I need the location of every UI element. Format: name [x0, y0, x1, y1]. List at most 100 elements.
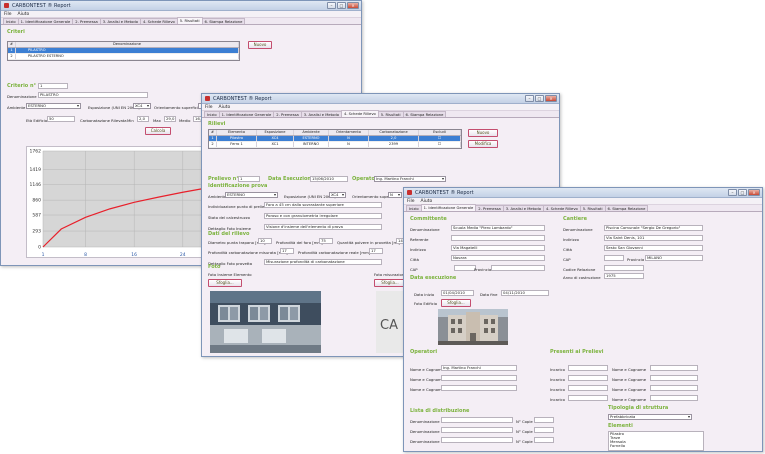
close-button[interactable]: × [748, 189, 760, 196]
tab-risultati[interactable]: 5. Risultati [579, 205, 606, 211]
ambiente-select[interactable]: ESTERNO [225, 192, 278, 198]
presente-2-field[interactable] [650, 375, 698, 381]
menu-aiuto[interactable]: Aiuto [421, 199, 433, 204]
presente-1-field[interactable] [650, 365, 698, 371]
data-fine-field[interactable]: 04/11/2010 [501, 290, 549, 296]
title-bar[interactable]: CARBONTEST ® Report – □ × [1, 1, 361, 11]
descrizione-field[interactable]: Visione d'insieme dell'elemento di prova [264, 224, 382, 230]
ncopie-2-field[interactable] [534, 427, 554, 433]
tab-schede[interactable]: 4. Schede Rilievo [542, 205, 581, 211]
rilievi-grid[interactable]: # Elemento Esposizione Ambiente Orientam… [208, 129, 462, 149]
elementi-list[interactable]: Pilastro Trave Mensola Fornello [608, 431, 704, 451]
c-provincia-field[interactable] [491, 265, 545, 271]
k-codice-field[interactable] [604, 265, 644, 271]
prof-carb-field[interactable]: 17 [280, 248, 294, 254]
incarico-2-field[interactable] [568, 375, 608, 381]
tab-identificazione[interactable]: 1. Identificazione Generale [420, 204, 477, 211]
dettaglio-provetta-field[interactable]: Misurazione profondità di carbonatazione [264, 259, 382, 265]
close-button[interactable]: × [545, 95, 557, 102]
ncopie-1-field[interactable] [534, 417, 554, 423]
tab-premessa[interactable]: 2. Premessa [72, 18, 101, 24]
operatore-1-field[interactable]: Ing. Martino Franchi [441, 365, 517, 371]
table-row[interactable]: 2 Ferro 1 XC1 INTERNO N 2399 ☐ [209, 142, 461, 148]
orientamento-select[interactable]: N [388, 192, 402, 198]
menu-aiuto[interactable]: Aiuto [18, 12, 30, 17]
dist-denominazione-3-field[interactable] [441, 437, 513, 443]
sfoglia-insieme-button[interactable]: Sfoglia... [208, 279, 242, 287]
minimize-button[interactable]: – [327, 2, 336, 9]
nuovo-button[interactable]: Nuovo [468, 129, 498, 137]
dist-denominazione-2-field[interactable] [441, 427, 513, 433]
criterio-number[interactable]: 1 [38, 83, 68, 89]
k-cap-field[interactable] [604, 255, 624, 261]
k-provincia-field[interactable]: MILANO [645, 255, 703, 261]
esposizione-select[interactable]: XC4 [133, 103, 151, 109]
esposizione-select[interactable]: XC4 [329, 192, 346, 198]
incarico-4-field[interactable] [568, 395, 608, 401]
min-field[interactable]: 2,0 [137, 116, 149, 122]
tab-risultati[interactable]: 5. Risultati [176, 17, 203, 24]
maximize-button[interactable]: □ [738, 189, 747, 196]
menu-file[interactable]: File [407, 199, 415, 204]
incarico-1-field[interactable] [568, 365, 608, 371]
tab-identificazione[interactable]: 1. Identificazione Generale [218, 111, 275, 117]
tab-stampa[interactable]: 6. Stampa Relazione [201, 18, 246, 24]
c-denominazione-field[interactable]: Scuola Media "Piero Lombardo" [451, 225, 545, 231]
close-button[interactable]: × [347, 2, 359, 9]
tab-schede[interactable]: 4. Schede Rilievo [139, 18, 178, 24]
stato-field[interactable]: Poroso e con granulometria irregolare [264, 213, 382, 219]
prof-carb-reale-field[interactable]: 17 [369, 248, 383, 254]
k-anno-field[interactable]: 1975 [604, 273, 644, 279]
eta-field[interactable]: 50 [47, 116, 75, 122]
data-esecuzione-field[interactable]: 15/06/2010 [310, 176, 348, 182]
max-field[interactable]: 29,0 [164, 116, 176, 122]
title-bar[interactable]: CARBONTEST ® Report – □ × [202, 94, 559, 104]
tab-inizio[interactable]: Inizio [406, 205, 422, 211]
operatore-select[interactable]: Ing. Martino Franchi [374, 176, 446, 182]
table-row[interactable]: 2 PILASTRO ESTERNO [8, 54, 239, 60]
incarico-3-field[interactable] [568, 385, 608, 391]
escludi-checkbox[interactable]: ☐ [419, 136, 461, 141]
tab-schede[interactable]: 4. Schede Rilievo [340, 110, 379, 117]
profondita-field[interactable]: 75 [319, 238, 333, 244]
individuazione-field[interactable]: Foro a 45 cm dalla sovrastante superiore [264, 202, 382, 208]
dist-denominazione-1-field[interactable] [441, 417, 513, 423]
data-inizio-field[interactable]: 01/04/2010 [441, 290, 474, 296]
tab-analisi[interactable]: 3. Analisi e Metodo [300, 111, 342, 117]
menu-file[interactable]: File [205, 105, 213, 110]
escludi-checkbox[interactable]: ☐ [419, 142, 461, 147]
k-citta-field[interactable]: Sesto San Giovanni [604, 245, 703, 251]
tab-stampa[interactable]: 6. Stampa Relazione [604, 205, 649, 211]
tab-inizio[interactable]: Inizio [3, 18, 19, 24]
operatore-2-field[interactable] [441, 375, 517, 381]
tab-premessa[interactable]: 2. Premessa [475, 205, 504, 211]
diametro-field[interactable]: 10 [258, 238, 272, 244]
c-referente-field[interactable] [451, 235, 545, 241]
minimize-button[interactable]: – [525, 95, 534, 102]
title-bar[interactable]: CARBONTEST ® Report – □ × [404, 188, 762, 198]
tab-stampa[interactable]: 6. Stampa Relazione [402, 111, 447, 117]
tab-identificazione[interactable]: 1. Identificazione Generale [17, 18, 74, 24]
ambiente-select[interactable]: ESTERNO [26, 103, 81, 109]
k-denominazione-field[interactable]: Piscina Comunale "Sergio De Gregorio" [604, 225, 703, 231]
minimize-button[interactable]: – [728, 189, 737, 196]
tab-risultati[interactable]: 5. Risultati [377, 111, 404, 117]
operatore-3-field[interactable] [441, 385, 517, 391]
maximize-button[interactable]: □ [337, 2, 346, 9]
calcola-button[interactable]: Calcola [145, 127, 171, 135]
maximize-button[interactable]: □ [535, 95, 544, 102]
c-indirizzo-field[interactable]: Via Magatelli [451, 245, 545, 251]
sfoglia-button[interactable]: Sfoglia... [441, 299, 471, 307]
tab-inizio[interactable]: Inizio [204, 111, 220, 117]
list-item[interactable]: Fornello [610, 444, 703, 448]
tipologia-select[interactable]: Prefabbricata [608, 414, 692, 420]
c-cap-field[interactable] [454, 265, 476, 271]
menu-aiuto[interactable]: Aiuto [219, 105, 231, 110]
presente-4-field[interactable] [650, 395, 698, 401]
presente-3-field[interactable] [650, 385, 698, 391]
criteri-grid[interactable]: # Denominazione 1 PILASTRO 2 PILASTRO ES… [7, 41, 240, 61]
prelievo-number[interactable]: 1 [238, 176, 260, 182]
tab-analisi[interactable]: 3. Analisi e Metodo [502, 205, 544, 211]
menu-file[interactable]: File [4, 12, 12, 17]
nuovo-button[interactable]: Nuovo [248, 41, 272, 49]
